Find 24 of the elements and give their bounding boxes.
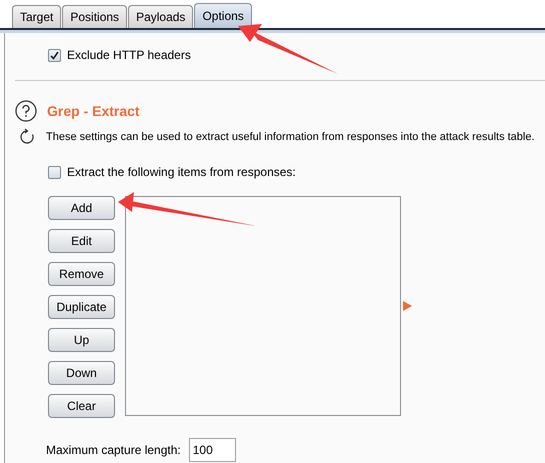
tab[interactable]: Positions	[62, 5, 128, 28]
checkmark-icon	[50, 50, 59, 60]
help-icon[interactable]	[15, 100, 37, 122]
checkbox-label: Exclude HTTP headers	[67, 47, 191, 64]
expand-arrow-icon[interactable]	[403, 300, 412, 310]
item-list[interactable]	[125, 196, 401, 416]
tab[interactable]: Payloads	[128, 5, 194, 28]
action-button[interactable]: Duplicate	[48, 295, 115, 319]
action-button[interactable]: Up	[48, 328, 115, 352]
section-description: These settings can be used to extract useful information from responses into the attack results table.	[46, 130, 535, 145]
tab[interactable]: Options	[194, 3, 252, 28]
action-button[interactable]: Down	[48, 361, 115, 385]
action-button[interactable]: Edit	[48, 229, 115, 253]
capture-length-field[interactable]: 100	[188, 438, 236, 462]
action-button[interactable]: Clear	[48, 394, 115, 418]
action-button[interactable]: Remove	[48, 262, 115, 286]
checkbox[interactable]	[48, 166, 61, 178]
action-button[interactable]: Add	[48, 196, 115, 220]
refresh-icon[interactable]	[18, 128, 36, 146]
checkbox[interactable]	[48, 48, 61, 62]
checkbox-label: Extract the following items from responses:	[67, 164, 296, 181]
tab[interactable]: Target	[12, 5, 62, 28]
section-title: Grep - Extract	[47, 102, 140, 121]
field-label: Maximum capture length:	[46, 442, 181, 459]
